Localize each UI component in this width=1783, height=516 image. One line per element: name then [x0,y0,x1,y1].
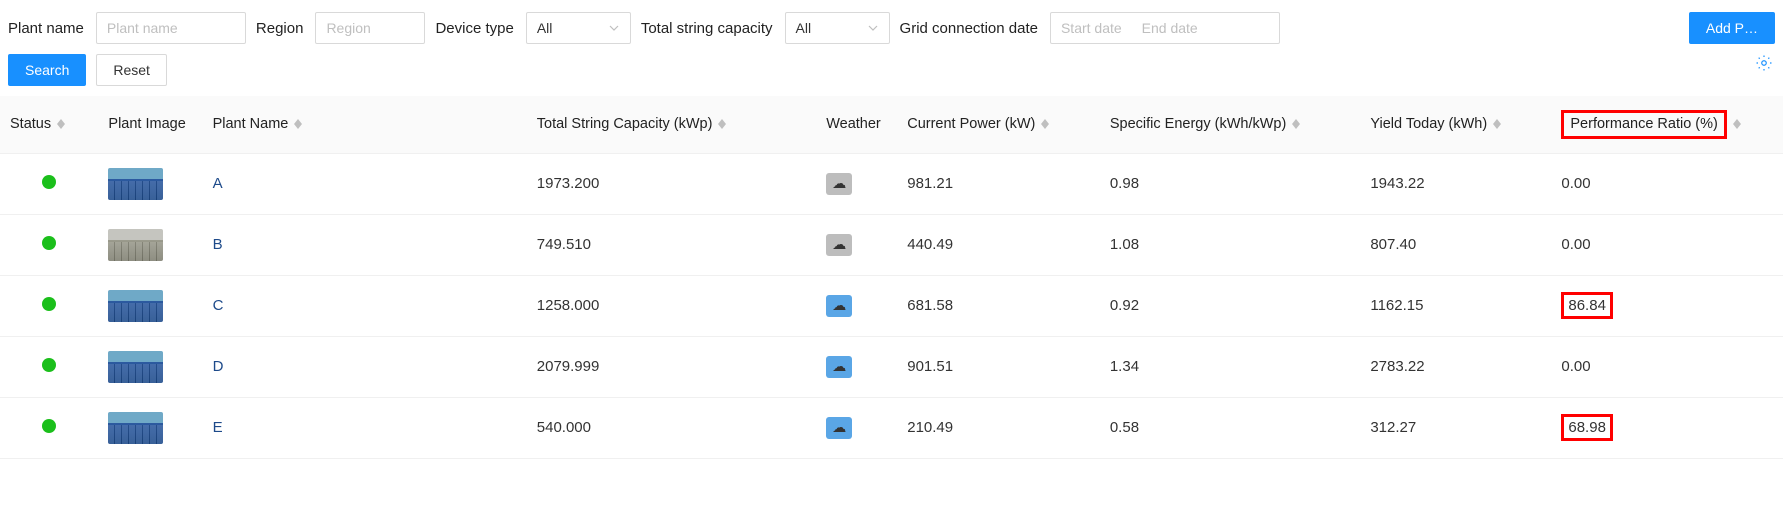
action-bar: Search Reset [0,50,1783,96]
chevron-down-icon [608,22,620,34]
cell-performance-ratio: 68.98 [1551,397,1783,458]
col-status[interactable]: Status [0,96,98,153]
cell-yield-today: 807.40 [1360,214,1551,275]
cell-capacity: 1973.200 [527,153,816,214]
plant-thumbnail[interactable] [108,412,163,444]
table-row: C 1258.000 ☁ 681.580.921162.15 86.84 [0,275,1783,336]
cell-current-power: 901.51 [897,336,1100,397]
col-weather: Weather [816,96,897,153]
col-plant-image: Plant Image [98,96,202,153]
cell-specific-energy: 1.34 [1100,336,1361,397]
sort-icon [718,119,726,129]
total-string-capacity-select[interactable]: All [785,12,890,44]
cell-capacity: 2079.999 [527,336,816,397]
plant-thumbnail[interactable] [108,229,163,261]
cell-current-power: 681.58 [897,275,1100,336]
chevron-down-icon [867,22,879,34]
table-row: A 1973.200 ☁ 981.210.981943.220.00 [0,153,1783,214]
region-label: Region [256,20,304,37]
cell-performance-ratio: 86.84 [1551,275,1783,336]
col-specific-energy[interactable]: Specific Energy (kWh/kWp) [1100,96,1361,153]
gear-icon[interactable] [1755,59,1773,75]
cell-specific-energy: 0.98 [1100,153,1361,214]
col-yield-today[interactable]: Yield Today (kWh) [1360,96,1551,153]
add-plant-button[interactable]: Add P… [1689,12,1775,44]
cell-capacity: 1258.000 [527,275,816,336]
col-current-power[interactable]: Current Power (kW) [897,96,1100,153]
highlight-box: 68.98 [1561,414,1613,441]
plant-name-link[interactable]: D [213,358,224,375]
col-total-string-capacity[interactable]: Total String Capacity (kWp) [527,96,816,153]
cloud-sun-icon: ☁ [826,295,852,317]
plant-name-link[interactable]: C [213,297,224,314]
plants-table: Status Plant Image Plant Name [0,96,1783,459]
region-input[interactable] [315,12,425,44]
reset-button[interactable]: Reset [96,54,167,86]
cell-current-power: 981.21 [897,153,1100,214]
cloud-sun-icon: ☁ [826,417,852,439]
total-string-capacity-label: Total string capacity [641,20,773,37]
device-type-label: Device type [435,20,513,37]
status-dot [42,236,56,250]
cloud-rain-icon: ☁ [826,234,852,256]
sort-icon [1292,119,1300,129]
table-header-row: Status Plant Image Plant Name [0,96,1783,153]
sort-icon [1493,119,1501,129]
cell-performance-ratio: 0.00 [1551,214,1783,275]
plant-name-link[interactable]: A [213,175,223,192]
plant-thumbnail[interactable] [108,351,163,383]
cell-specific-energy: 1.08 [1100,214,1361,275]
table-row: B 749.510 ☁ 440.491.08807.400.00 [0,214,1783,275]
status-dot [42,175,56,189]
plant-name-label: Plant name [8,20,84,37]
filter-bar: Plant name Region Device type All Total … [0,0,1783,50]
cell-capacity: 540.000 [527,397,816,458]
plant-name-link[interactable]: E [213,419,223,436]
cell-yield-today: 2783.22 [1360,336,1551,397]
cell-performance-ratio: 0.00 [1551,336,1783,397]
cell-yield-today: 1943.22 [1360,153,1551,214]
table-row: D 2079.999 ☁ 901.511.342783.220.00 [0,336,1783,397]
device-type-select[interactable]: All [526,12,631,44]
total-string-capacity-value: All [796,20,812,36]
search-button[interactable]: Search [8,54,86,86]
cell-specific-energy: 0.58 [1100,397,1361,458]
plant-name-input[interactable] [96,12,246,44]
plant-thumbnail[interactable] [108,290,163,322]
cell-performance-ratio: 0.00 [1551,153,1783,214]
cloud-sun-icon: ☁ [826,356,852,378]
status-dot [42,358,56,372]
status-dot [42,297,56,311]
sort-icon [1041,119,1049,129]
date-range-picker[interactable]: Start date End date [1050,12,1280,44]
cell-capacity: 749.510 [527,214,816,275]
sort-icon [1733,119,1741,129]
col-plant-name[interactable]: Plant Name [203,96,527,153]
end-date-placeholder: End date [1142,20,1198,36]
status-dot [42,419,56,433]
highlight-box: 86.84 [1561,292,1613,319]
grid-connection-date-label: Grid connection date [900,20,1038,37]
cell-current-power: 440.49 [897,214,1100,275]
cloud-rain-icon: ☁ [826,173,852,195]
device-type-value: All [537,20,553,36]
plant-thumbnail[interactable] [108,168,163,200]
sort-icon [57,119,65,129]
start-date-placeholder: Start date [1061,20,1122,36]
cell-yield-today: 1162.15 [1360,275,1551,336]
table-row: E 540.000 ☁ 210.490.58312.27 68.98 [0,397,1783,458]
cell-yield-today: 312.27 [1360,397,1551,458]
col-performance-ratio[interactable]: Performance Ratio (%) [1551,96,1783,153]
cell-specific-energy: 0.92 [1100,275,1361,336]
cell-current-power: 210.49 [897,397,1100,458]
sort-icon [294,119,302,129]
plant-name-link[interactable]: B [213,236,223,253]
